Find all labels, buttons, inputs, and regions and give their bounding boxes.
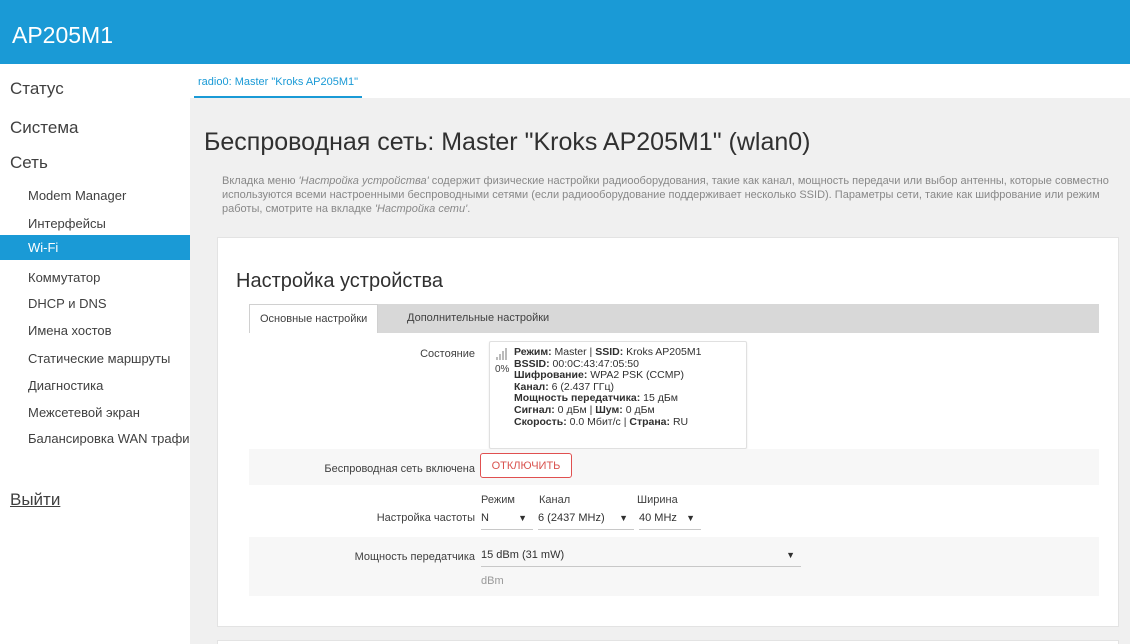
sidebar-item-wan-balancing[interactable]: Балансировка WAN трафик: [28, 431, 195, 446]
chevron-down-icon: ▼: [686, 513, 695, 523]
sidebar-item-label: Wi-Fi: [28, 240, 59, 255]
status-label: Состояние: [420, 348, 475, 360]
sidebar-item-diagnostics[interactable]: Диагностика: [28, 378, 103, 393]
logout-link[interactable]: Выйти: [10, 490, 60, 510]
status-box: 0% Режим: Master | SSID: Kroks AP205M1 B…: [489, 341, 747, 449]
signal-percent: 0%: [495, 364, 510, 375]
tx-power-unit: dBm: [481, 575, 504, 587]
signal-icon: [496, 348, 510, 360]
sidebar-item-status[interactable]: Статус: [10, 79, 64, 99]
tab-basic-settings[interactable]: Основные настройки: [249, 304, 379, 333]
sidebar-item-static-routes[interactable]: Статические маршруты: [28, 351, 170, 366]
main-content: radio0: Master "Kroks AP205M1" Беспровод…: [190, 64, 1130, 644]
sidebar-item-firewall[interactable]: Межсетевой экран: [28, 405, 140, 420]
frequency-label: Настройка частоты: [376, 512, 475, 524]
sidebar-item-switch[interactable]: Коммутатор: [28, 270, 100, 285]
mode-header: Режим: [481, 494, 515, 506]
device-settings-card: Настройка устройства Основные настройки …: [217, 237, 1119, 627]
sidebar-item-dhcp-dns[interactable]: DHCP и DNS: [28, 296, 107, 311]
status-details: Режим: Master | SSID: Kroks AP205M1 BSSI…: [514, 346, 702, 428]
chevron-down-icon: ▼: [786, 550, 795, 560]
sidebar-item-network[interactable]: Сеть: [10, 153, 48, 173]
disable-button[interactable]: ОТКЛЮЧИТЬ: [480, 453, 572, 478]
settings-tabs: Основные настройки Дополнительные настро…: [249, 304, 1099, 333]
next-card: [217, 640, 1119, 644]
sidebar-item-system[interactable]: Система: [10, 118, 78, 138]
sidebar-item-hostnames[interactable]: Имена хостов: [28, 323, 112, 338]
width-header: Ширина: [637, 494, 678, 506]
tab-radio0[interactable]: radio0: Master "Kroks AP205M1": [194, 64, 363, 98]
sidebar: Статус Система Сеть Modem Manager Интерф…: [0, 64, 195, 644]
radio-tabbar: radio0: Master "Kroks AP205M1": [190, 64, 1130, 98]
tx-power-label: Мощность передатчика: [354, 551, 475, 563]
chevron-down-icon: ▼: [619, 513, 628, 523]
sidebar-item-modem-manager[interactable]: Modem Manager: [28, 188, 126, 203]
channel-header: Канал: [539, 494, 571, 506]
app-title[interactable]: AP205M1: [12, 22, 113, 49]
width-select[interactable]: 40 MHz ▼: [639, 508, 701, 530]
tab-advanced-settings[interactable]: Дополнительные настройки: [397, 304, 559, 333]
section-title: Настройка устройства: [236, 270, 444, 292]
channel-select[interactable]: 6 (2437 MHz) ▼: [538, 508, 634, 530]
top-bar: AP205M1: [0, 0, 1130, 64]
chevron-down-icon: ▼: [518, 513, 527, 523]
page-description: Вкладка меню 'Настройка устройства' соде…: [222, 175, 1109, 215]
page-title: Беспроводная сеть: Master "Kroks AP205M1…: [204, 128, 811, 156]
sidebar-item-wifi[interactable]: Wi-Fi: [0, 235, 190, 260]
sidebar-item-interfaces[interactable]: Интерфейсы: [28, 216, 106, 231]
mode-select[interactable]: N ▼: [481, 508, 533, 530]
wireless-enabled-label: Беспроводная сеть включена: [324, 463, 475, 475]
tx-power-select[interactable]: 15 dBm (31 mW) ▼: [481, 545, 801, 567]
